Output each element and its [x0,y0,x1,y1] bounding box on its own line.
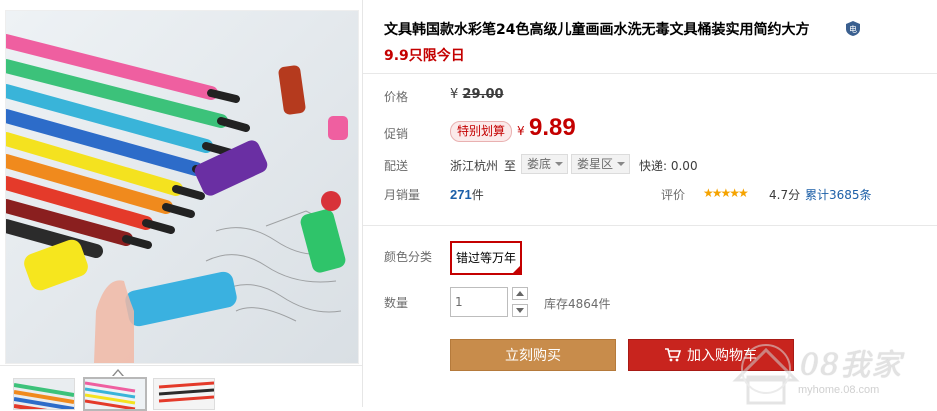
color-option-selected[interactable]: 错过等万年 [450,241,522,275]
rating-stars-icon: ★★★★★ [703,186,749,200]
thumbnail-1[interactable] [13,378,75,410]
verified-shield-icon: 电 [846,21,860,36]
district-select[interactable]: 娄星区 [571,154,631,174]
thumbnail-2[interactable] [83,377,147,411]
quantity-label: 数量 [384,296,409,310]
thumbnail-3-image [154,379,214,409]
thumbnail-1-image [14,379,74,409]
selected-check-icon [512,265,521,274]
rating-label: 评价 [661,188,686,202]
buy-now-button[interactable]: 立刻购买 [450,339,616,371]
stock-count: 库存4864件 [544,297,611,311]
main-product-image[interactable] [5,10,359,364]
delivery-label: 配送 [384,159,409,173]
quantity-input[interactable] [450,287,508,317]
promo-tag: 特别划算 [450,121,513,142]
district-select-value: 娄星区 [577,157,614,171]
active-thumb-indicator [112,369,124,377]
province-select-value: 娄底 [527,157,552,171]
ship-to-word: 至 [504,159,517,173]
thumbnail-2-image [85,379,145,409]
original-price: ¥ 29.00 [450,87,504,102]
divider-sku [363,225,937,226]
rating-score: 4.7分 [769,188,801,202]
color-option-label: 错过等万年 [455,251,516,265]
chevron-down-icon [555,162,564,166]
watermark-url: myhome.08.com [798,384,880,396]
cart-icon [665,347,681,361]
promotion-label: 促销 [384,127,409,141]
quantity-decrease-button[interactable] [512,304,528,317]
thumbnail-strip [0,365,362,411]
express-fee: 快递: 0.00 [639,159,698,173]
monthly-sales-unit: 件 [471,188,484,202]
chevron-down-icon [516,308,524,313]
currency-symbol: ¥ [450,87,459,102]
product-gallery [0,0,363,411]
color-label: 颜色分类 [384,250,433,264]
monthly-sales-label: 月销量 [384,188,421,202]
quantity-increase-button[interactable] [512,287,528,300]
reviews-link[interactable]: 累计3685条 [805,186,872,203]
product-title: 文具韩国款水彩笔24色高级儿童画画水洗无毒文具桶装实用简约大方 [384,22,810,38]
watermark-brand: 08我家 [800,348,903,383]
chevron-down-icon [617,162,626,166]
markers-photo [6,11,358,363]
province-select[interactable]: 娄底 [521,154,569,174]
ship-from: 浙江杭州 [450,159,499,173]
price-label: 价格 [384,90,409,104]
monthly-sales-count: 271 [450,187,472,202]
promo-price: 9.89 [529,114,576,141]
chevron-up-icon [516,291,524,296]
svg-text:电: 电 [849,24,857,34]
promo-headline: 9.9只限今日 [384,48,465,64]
divider-top [363,73,937,74]
monthly-sales: 271件 [450,186,484,203]
original-price-value: 29.00 [462,87,504,102]
thumbnail-3[interactable] [153,378,215,410]
promo-currency-symbol: ¥ [517,124,525,138]
